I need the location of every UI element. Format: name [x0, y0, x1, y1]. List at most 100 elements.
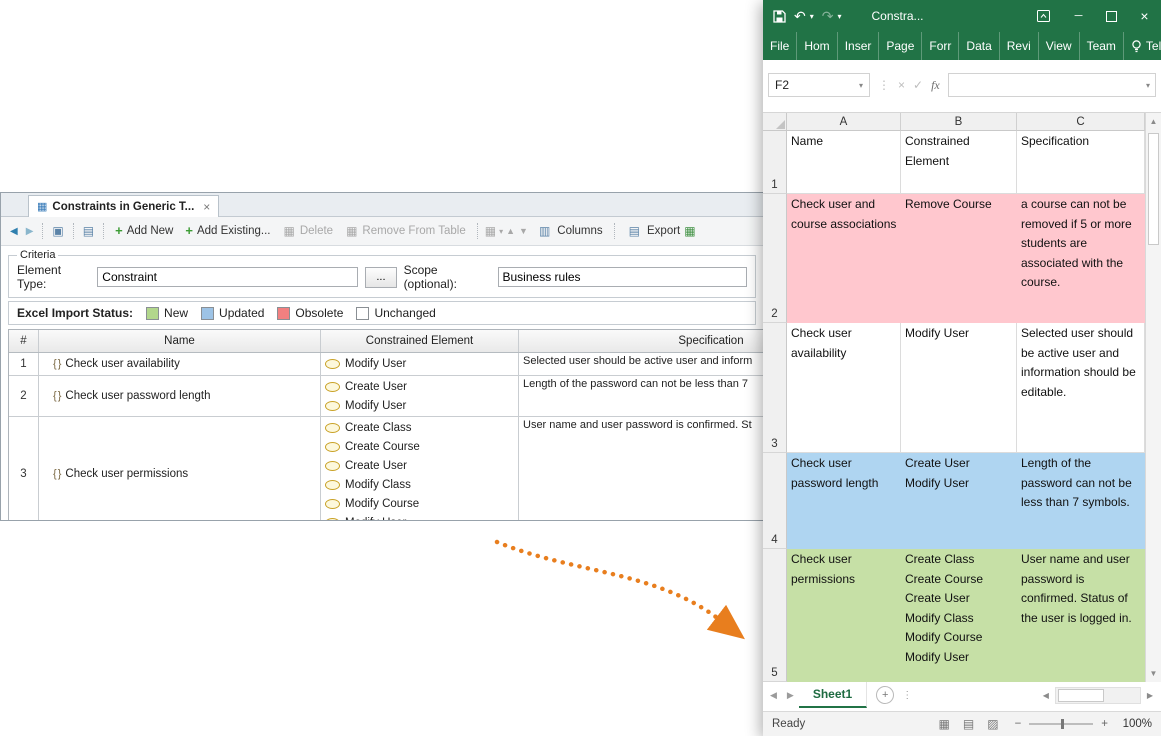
undo-icon[interactable]: ↶ [794, 9, 806, 23]
constrained-elements-cell[interactable]: Create User Modify User [321, 376, 519, 416]
col-header-specification[interactable]: Specification [519, 330, 763, 352]
formula-input[interactable] [949, 75, 1141, 95]
table-row[interactable]: 2 { } Check user password length Create … [9, 376, 763, 417]
tab-constraints-table[interactable]: ▦ Constraints in Generic T... × [28, 195, 219, 217]
tab-page-layout[interactable]: Page [879, 32, 922, 60]
cell-b5[interactable]: Create Class Create Course Create User M… [901, 549, 1017, 682]
forward-icon[interactable]: ▶ [23, 224, 37, 239]
tab-tell-me[interactable]: Tell [1124, 32, 1161, 60]
move-up-icon[interactable]: ▲ [505, 224, 516, 238]
row-header-3[interactable]: 3 [763, 323, 787, 453]
page-layout-view-icon[interactable]: ▤ [963, 717, 974, 731]
maximize-button[interactable] [1095, 0, 1128, 32]
tab-home[interactable]: Hom [797, 32, 837, 60]
move-down-icon[interactable]: ▼ [518, 224, 529, 238]
cell-a5[interactable]: Check user permissions [787, 549, 901, 682]
specification-cell[interactable]: Length of the password can not be less t… [519, 376, 763, 416]
cell-a1[interactable]: Name [787, 131, 901, 194]
column-header-a[interactable]: A [787, 113, 901, 131]
vertical-scrollbar[interactable]: ▲ ▼ [1145, 113, 1161, 682]
row-header-1[interactable]: 1 [763, 131, 787, 194]
enter-icon[interactable]: ✓ [913, 78, 923, 92]
cell-b2[interactable]: Remove Course [901, 194, 1017, 323]
scroll-left-icon[interactable]: ◀ [1040, 691, 1052, 700]
constrained-elements-cell[interactable]: Create Class Create Course Create User M… [321, 417, 519, 521]
element-type-input[interactable] [97, 267, 358, 287]
name-box-dropdown-icon[interactable]: ▾ [853, 81, 869, 90]
tab-insert[interactable]: Inser [838, 32, 880, 60]
tab-review[interactable]: Revi [1000, 32, 1039, 60]
filter-dropdown-icon[interactable]: ▾ [499, 227, 503, 236]
show-specification-icon[interactable]: ▤ [80, 222, 97, 240]
insert-function-icon[interactable]: fx [931, 78, 940, 93]
specification-cell[interactable]: Selected user should be active user and … [519, 353, 763, 375]
tab-view[interactable]: View [1039, 32, 1080, 60]
element-type-browse-button[interactable]: ... [365, 267, 396, 288]
constraint-name-cell[interactable]: { } Check user availability [39, 353, 321, 375]
add-new-button[interactable]: + Add New [110, 222, 178, 240]
normal-view-icon[interactable]: ▦ [939, 717, 950, 731]
add-existing-button[interactable]: + Add Existing... [180, 222, 275, 240]
cell-b1[interactable]: Constrained Element [901, 131, 1017, 194]
table-row[interactable]: 3 { } Check user permissions Create Clas… [9, 417, 763, 521]
tab-data[interactable]: Data [959, 32, 999, 60]
cell-a4[interactable]: Check user password length [787, 453, 901, 549]
cell-c4[interactable]: Length of the password can not be less t… [1017, 453, 1145, 549]
scroll-right-icon[interactable]: ▶ [1144, 691, 1156, 700]
specification-cell[interactable]: User name and user password is confirmed… [519, 417, 763, 521]
select-all-corner[interactable] [763, 113, 787, 131]
col-header-name[interactable]: Name [39, 330, 321, 352]
copy-to-clipboard-icon[interactable]: ▣ [49, 222, 66, 240]
cell-c2[interactable]: a course can not be removed if 5 or more… [1017, 194, 1145, 323]
col-header-num[interactable]: # [9, 330, 39, 352]
col-header-constrained-element[interactable]: Constrained Element [321, 330, 519, 352]
horizontal-scroll-thumb[interactable] [1058, 689, 1104, 702]
delete-button[interactable]: ▦ Delete [277, 219, 338, 243]
sheet-tab-sheet1[interactable]: Sheet1 [799, 682, 867, 708]
scrollbar-thumb[interactable] [1148, 133, 1159, 245]
zoom-level[interactable]: 100% [1116, 718, 1152, 730]
tab-file[interactable]: File [763, 32, 797, 60]
save-icon[interactable] [773, 10, 786, 23]
horizontal-scrollbar[interactable]: ◀ ▶ [1040, 687, 1159, 704]
close-button[interactable]: × [1128, 0, 1161, 32]
scroll-up-icon[interactable]: ▲ [1150, 117, 1158, 126]
name-box[interactable]: F2 ▾ [768, 73, 870, 97]
redo-icon[interactable]: ↷ [822, 9, 834, 23]
zoom-slider[interactable] [1029, 723, 1093, 725]
zoom-slider-handle[interactable] [1061, 719, 1064, 729]
horizontal-scroll-track[interactable] [1055, 687, 1141, 704]
scroll-down-icon[interactable]: ▼ [1150, 669, 1158, 678]
expand-formula-bar-icon[interactable]: ▾ [1141, 81, 1155, 90]
constrained-elements-cell[interactable]: Modify User [321, 353, 519, 375]
cell-a2[interactable]: Check user and course associations [787, 194, 901, 323]
new-sheet-button[interactable]: + [876, 686, 894, 704]
row-header-5[interactable]: 5 [763, 549, 787, 682]
cell-b4[interactable]: Create User Modify User [901, 453, 1017, 549]
zoom-out-icon[interactable]: − [1015, 718, 1022, 730]
undo-dropdown-icon[interactable]: ▾ [810, 12, 814, 21]
column-header-b[interactable]: B [901, 113, 1017, 131]
row-header-4[interactable]: 4 [763, 453, 787, 549]
close-tab-icon[interactable]: × [203, 200, 210, 214]
row-header-2[interactable]: 2 [763, 194, 787, 323]
constraint-name-cell[interactable]: { } Check user password length [39, 376, 321, 416]
cell-b3[interactable]: Modify User [901, 323, 1017, 453]
column-header-c[interactable]: C [1017, 113, 1145, 131]
table-row[interactable]: 1 { } Check user availability Modify Use… [9, 353, 763, 376]
cancel-icon[interactable]: × [898, 78, 905, 92]
export-button[interactable]: ▤ Export ▦ [621, 219, 701, 243]
customize-quick-access-icon[interactable]: ▾ [837, 12, 841, 21]
previous-sheet-icon[interactable]: ◀ [765, 690, 782, 701]
next-sheet-icon[interactable]: ▶ [782, 690, 799, 701]
minimize-button[interactable]: ─ [1062, 0, 1095, 32]
zoom-in-icon[interactable]: + [1101, 718, 1108, 730]
cell-c3[interactable]: Selected user should be active user and … [1017, 323, 1145, 453]
columns-button[interactable]: ▥ Columns [531, 219, 608, 243]
ribbon-display-options-icon[interactable] [1025, 10, 1062, 22]
page-break-view-icon[interactable]: ▨ [987, 717, 998, 731]
constraint-name-cell[interactable]: { } Check user permissions [39, 417, 321, 521]
cell-a3[interactable]: Check user availability [787, 323, 901, 453]
sheet-bar-splitter-icon[interactable]: ⋮ [902, 690, 912, 701]
tab-formulas[interactable]: Forr [922, 32, 959, 60]
